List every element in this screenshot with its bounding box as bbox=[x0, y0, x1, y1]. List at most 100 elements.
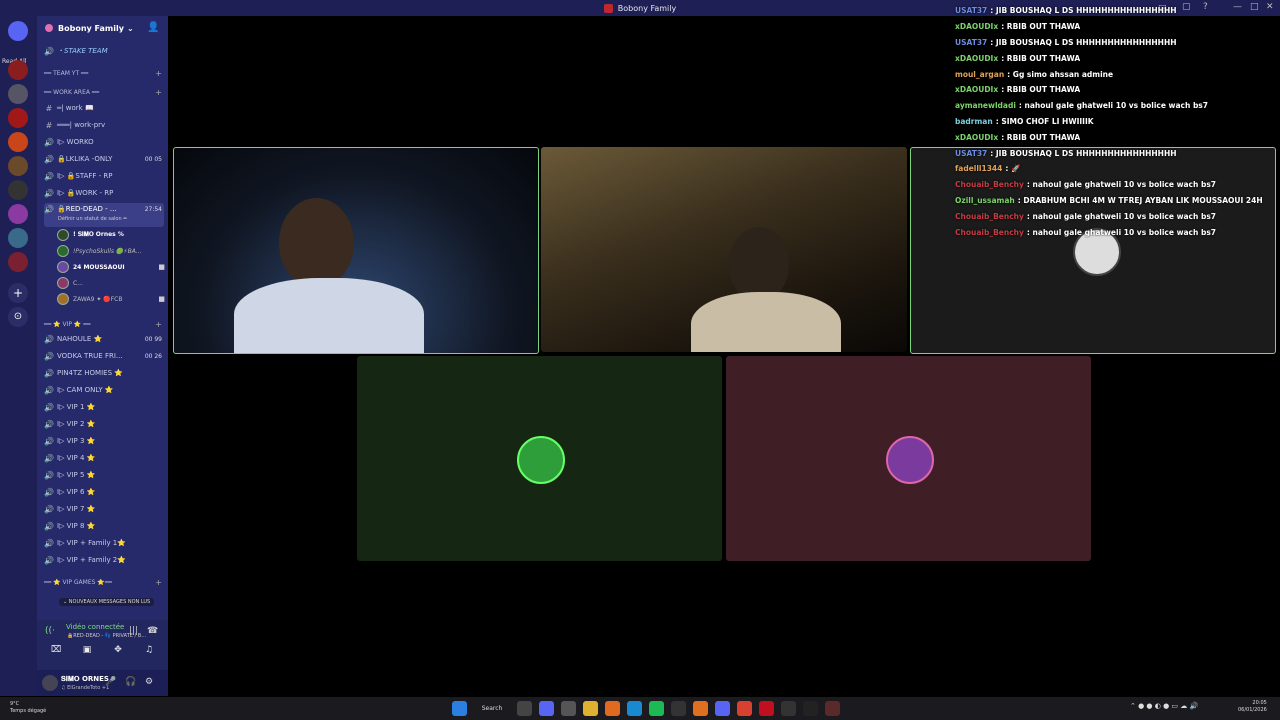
user-panel: 𝐒𝐈𝐌𝐎 ORNES ♫ ElGrandeToto +1 🎤 🎧 ⚙ bbox=[37, 670, 168, 696]
category-header[interactable]: ━━ ⭐ VIP GAMES ⭐━━ + bbox=[44, 578, 162, 587]
server-icon[interactable] bbox=[8, 204, 28, 224]
app-icon[interactable] bbox=[693, 701, 708, 716]
voice-user[interactable]: 24 MOUSSAOUI ■ bbox=[57, 260, 165, 274]
avatar[interactable] bbox=[42, 675, 58, 691]
text-channel[interactable]: # ═══| work-prv bbox=[44, 118, 164, 132]
server-name: Bobony Family bbox=[58, 23, 124, 33]
text-channel[interactable]: # ═| work 📖 bbox=[44, 101, 164, 115]
server-icon[interactable] bbox=[8, 156, 28, 176]
signal-icon[interactable]: ((· bbox=[45, 626, 55, 636]
speaker-icon: 🔊 bbox=[44, 351, 54, 361]
server-icon[interactable] bbox=[8, 132, 28, 152]
chat-username: Ozill_ussamah bbox=[955, 195, 1015, 205]
voice-channel[interactable]: 🔊 NAHOULE ⭐ 00 99 bbox=[44, 332, 164, 346]
chat-message: fadelll1344: 🚀 bbox=[955, 161, 1275, 177]
noise-suppression-icon[interactable]: ||| bbox=[129, 626, 138, 636]
server-icon[interactable] bbox=[8, 228, 28, 248]
app-icon[interactable] bbox=[561, 701, 576, 716]
voice-channel[interactable]: 🔊 I▷ VIP 6 ⭐ bbox=[44, 485, 164, 499]
app-icon[interactable] bbox=[803, 701, 818, 716]
video-tile[interactable] bbox=[357, 356, 722, 561]
gear-icon[interactable]: ⚙ bbox=[145, 677, 153, 687]
spotify-icon[interactable] bbox=[649, 701, 664, 716]
voice-channel[interactable]: 🔊 I▷ 🔒WORK - RP bbox=[44, 186, 164, 200]
video-tile[interactable] bbox=[541, 147, 907, 352]
voice-channel[interactable]: 🔊 VODKA TRUE FRI... 00 26 bbox=[44, 349, 164, 363]
voice-channel[interactable]: 🔊 I▷ VIP 4 ⭐ bbox=[44, 451, 164, 465]
video-tile[interactable] bbox=[173, 147, 539, 354]
voice-user[interactable]: !PsychoSkulls 🟢⚡BA... bbox=[57, 244, 165, 258]
voice-channel[interactable]: 🔊 I▷ VIP 2 ⭐ bbox=[44, 417, 164, 431]
headphones-icon[interactable]: 🎧 bbox=[125, 677, 136, 687]
category-header[interactable]: ━━ ⭐ VIP ⭐ ━━ + bbox=[44, 320, 162, 329]
voice-channel[interactable]: 🔊 I▷ WORKO bbox=[44, 135, 164, 149]
app-icon[interactable] bbox=[759, 701, 774, 716]
avatar bbox=[57, 277, 69, 289]
voice-channel[interactable]: 🔊 PIN4TZ HOMIES ⭐ bbox=[44, 366, 164, 380]
firefox-icon[interactable] bbox=[605, 701, 620, 716]
disconnect-icon[interactable]: ☎ bbox=[147, 626, 158, 636]
windows-start-icon[interactable] bbox=[452, 701, 467, 716]
voice-channel[interactable]: 🔊 I▷ VIP 5 ⭐ bbox=[44, 468, 164, 482]
activities-icon[interactable]: ✥ bbox=[107, 645, 129, 659]
voice-channel[interactable]: 🔊 I▷ 🔒STAFF - RP bbox=[44, 169, 164, 183]
server-icon[interactable] bbox=[8, 108, 28, 128]
add-channel-icon[interactable]: + bbox=[155, 578, 162, 587]
chevron-down-icon: ⌄ bbox=[126, 23, 134, 33]
app-icon[interactable] bbox=[825, 701, 840, 716]
add-server-icon[interactable]: + bbox=[8, 283, 28, 303]
category-header[interactable]: ━━ WORK AREA ━━ + bbox=[44, 88, 162, 97]
server-icon[interactable] bbox=[8, 60, 28, 80]
channel-status[interactable]: Définir un statut de salon ✏ bbox=[58, 216, 127, 222]
user-name[interactable]: 𝐒𝐈𝐌𝐎 ORNES bbox=[61, 675, 109, 684]
microphone-icon[interactable]: 🎤 bbox=[105, 677, 116, 687]
add-channel-icon[interactable]: + bbox=[155, 69, 162, 78]
voice-channel[interactable]: 🔊 I▷ VIP 1 ⭐ bbox=[44, 400, 164, 414]
app-icon[interactable] bbox=[781, 701, 796, 716]
new-messages-tip[interactable]: ⌄ NOUVEAUX MESSAGES NON LUS bbox=[59, 598, 155, 606]
discord-home-icon[interactable] bbox=[8, 21, 28, 41]
voice-channel[interactable]: 🔊 I▷ VIP + Family 1⭐ bbox=[44, 536, 164, 550]
voice-channel[interactable]: 🔊 I▷ VIP + Family 2⭐ bbox=[44, 553, 164, 567]
category-header[interactable]: ━━ TEAM YT ━━ + bbox=[44, 69, 162, 78]
discover-icon[interactable]: ⊙ bbox=[8, 307, 28, 327]
voice-user[interactable]: ZAWA9 ✦ 🔴FCB ■ bbox=[57, 292, 165, 306]
edge-icon[interactable] bbox=[627, 701, 642, 716]
voice-channel[interactable]: 🔊 I▷ VIP 7 ⭐ bbox=[44, 502, 164, 516]
add-channel-icon[interactable]: + bbox=[155, 88, 162, 97]
voice-channel[interactable]: 🔊 ・STAKE TEAM bbox=[44, 44, 164, 58]
video-tile[interactable] bbox=[726, 356, 1091, 561]
voice-channel[interactable]: 🔊 I▷ CAM ONLY ⭐ bbox=[44, 383, 164, 397]
add-channel-icon[interactable]: + bbox=[155, 320, 162, 329]
add-member-icon[interactable]: 👤 bbox=[147, 22, 159, 33]
system-tray[interactable]: ⌃ ● ● ◐ ● ▭ ☁ 🔊 bbox=[1130, 702, 1198, 710]
screen-share-icon[interactable]: ▣ bbox=[76, 645, 98, 659]
voice-channel-active[interactable]: 🔊 🔒RED-DEAD - ... 27:54 Définir un statu… bbox=[44, 203, 164, 227]
file-explorer-icon[interactable] bbox=[583, 701, 598, 716]
task-view-icon[interactable] bbox=[517, 701, 532, 716]
app-icon[interactable] bbox=[715, 701, 730, 716]
voice-channel[interactable]: 🔊 I▷ VIP 8 ⭐ bbox=[44, 519, 164, 533]
voice-channel[interactable]: 🔊 🔒LKLIKA -ONLY 00 05 bbox=[44, 152, 164, 166]
server-icon[interactable] bbox=[8, 180, 28, 200]
chat-message: badrman: SIMO CHOF LI HWIIIIK bbox=[955, 114, 1275, 130]
server-header[interactable]: Bobony Family ⌄ 👤 bbox=[37, 16, 168, 40]
chat-message: xDAOUDIx: RBIB OUT THAWA bbox=[955, 19, 1275, 35]
weather-widget[interactable]: 9°C Temps dégagé bbox=[10, 701, 46, 715]
voice-channel[interactable]: 🔊 I▷ VIP 3 ⭐ bbox=[44, 434, 164, 448]
discord-icon[interactable] bbox=[539, 701, 554, 716]
app-icon[interactable] bbox=[671, 701, 686, 716]
soundboard-icon[interactable]: ♫ bbox=[138, 645, 160, 659]
chat-message: xDAOUDIx: RBIB OUT THAWA bbox=[955, 50, 1275, 66]
chrome-icon[interactable] bbox=[737, 701, 752, 716]
windows-taskbar: 9°C Temps dégagé Search ⌃ ● ● ◐ ● ▭ ☁ 🔊 … bbox=[0, 697, 1280, 720]
voice-user[interactable]: C... bbox=[57, 276, 165, 290]
server-icon[interactable] bbox=[8, 252, 28, 272]
chat-username: xDAOUDIx bbox=[955, 85, 999, 95]
server-icon[interactable] bbox=[8, 84, 28, 104]
voice-user[interactable]: ! 𝐒𝐈𝐌𝐎 Ornes % bbox=[57, 228, 165, 242]
camera-off-icon[interactable]: ⌧ bbox=[45, 645, 67, 659]
speaker-icon: 🔊 bbox=[44, 504, 54, 514]
clock[interactable]: 20:05 06/01/2026 bbox=[1238, 700, 1267, 714]
search-button[interactable]: Search bbox=[474, 701, 510, 716]
